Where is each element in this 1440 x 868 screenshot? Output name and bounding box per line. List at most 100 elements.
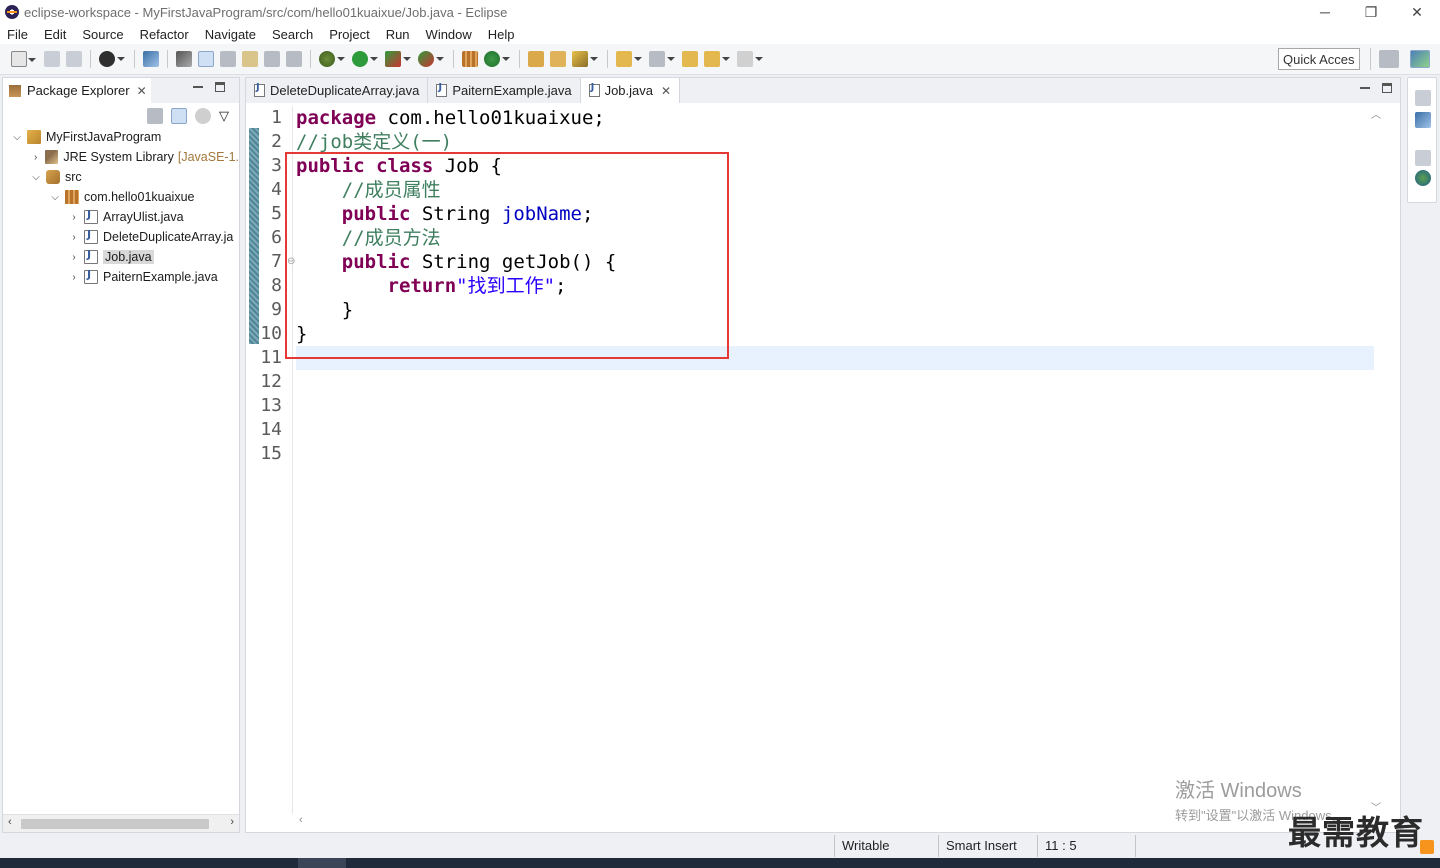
menu-run[interactable]: Run bbox=[378, 27, 418, 42]
menu-edit[interactable]: Edit bbox=[36, 27, 74, 42]
taskbar-item[interactable] bbox=[298, 858, 346, 868]
open-type-icon[interactable] bbox=[528, 51, 544, 67]
next-annotation-icon[interactable] bbox=[616, 51, 642, 67]
maximize-icon[interactable] bbox=[1382, 83, 1392, 93]
menu-refactor[interactable]: Refactor bbox=[132, 27, 197, 42]
minimize-icon[interactable] bbox=[1360, 83, 1370, 93]
open-task-icon[interactable] bbox=[550, 51, 566, 67]
restore-icon[interactable] bbox=[1415, 150, 1431, 166]
account-icon[interactable] bbox=[99, 51, 125, 67]
new-package-icon[interactable] bbox=[462, 51, 478, 67]
back-icon[interactable] bbox=[704, 51, 730, 67]
tree-item[interactable]: ⌵ com.hello01kuaixue bbox=[3, 187, 239, 207]
run-icon[interactable] bbox=[352, 51, 378, 67]
coverage-icon[interactable] bbox=[385, 51, 411, 67]
toolbar-separator bbox=[310, 50, 311, 68]
code-text: String getJob() { bbox=[410, 251, 617, 273]
show-whitespace-chars-icon[interactable] bbox=[286, 51, 302, 67]
task-list-icon[interactable] bbox=[1415, 170, 1431, 186]
new-class-icon[interactable] bbox=[484, 51, 510, 67]
restore-button[interactable]: ❐ bbox=[1348, 0, 1394, 24]
menu-help[interactable]: Help bbox=[480, 27, 523, 42]
tree-item[interactable]: › DeleteDuplicateArray.ja bbox=[3, 227, 239, 247]
toggle-block-icon[interactable] bbox=[220, 51, 236, 67]
scrollbar-thumb[interactable] bbox=[21, 819, 209, 829]
new-java-project-icon[interactable] bbox=[176, 51, 192, 67]
tree-item[interactable]: › JRE System Library [JavaSE-1. bbox=[3, 147, 239, 167]
toolbar-separator bbox=[519, 50, 520, 68]
close-icon[interactable]: ✕ bbox=[661, 84, 671, 98]
close-icon[interactable]: ✕ bbox=[137, 84, 147, 98]
minimize-icon[interactable] bbox=[193, 82, 203, 92]
external-tools-icon[interactable] bbox=[418, 51, 444, 67]
view-menu-icon[interactable]: ▽ bbox=[219, 108, 229, 124]
last-edit-icon[interactable] bbox=[682, 51, 698, 67]
save-all-icon[interactable] bbox=[66, 51, 82, 67]
debug-icon[interactable] bbox=[319, 51, 345, 67]
status-separator bbox=[834, 835, 835, 857]
collapse-all-icon[interactable] bbox=[147, 108, 163, 124]
quick-access-input[interactable] bbox=[1278, 48, 1360, 70]
skip-breakpoints-icon[interactable] bbox=[143, 51, 159, 67]
close-button[interactable]: ✕ bbox=[1394, 0, 1440, 24]
chevron-down-icon[interactable]: ⌵ bbox=[49, 191, 61, 203]
keyword: package bbox=[296, 107, 377, 129]
horizontal-scrollbar[interactable]: ‹ › bbox=[3, 814, 239, 832]
menu-search[interactable]: Search bbox=[264, 27, 321, 42]
prev-annotation-icon[interactable] bbox=[649, 51, 675, 67]
menu-window[interactable]: Window bbox=[418, 27, 480, 42]
line-number: 8 bbox=[271, 275, 282, 296]
tab-deleteduplicatearray[interactable]: DeleteDuplicateArray.java bbox=[246, 78, 429, 103]
tree-item[interactable]: › Job.java bbox=[3, 247, 239, 267]
tree-item-label-wrap: MyFirstJavaProgram bbox=[46, 130, 161, 144]
menu-bar: File Edit Source Refactor Navigate Searc… bbox=[0, 24, 1440, 44]
scroll-left-icon[interactable]: ‹ bbox=[8, 816, 12, 828]
chevron-right-icon[interactable]: › bbox=[68, 251, 80, 263]
focus-workingset-icon[interactable] bbox=[195, 108, 211, 124]
menu-project[interactable]: Project bbox=[321, 27, 377, 42]
status-separator bbox=[1135, 835, 1136, 857]
menu-navigate[interactable]: Navigate bbox=[197, 27, 264, 42]
status-separator bbox=[1037, 835, 1038, 857]
chevron-right-icon[interactable]: › bbox=[68, 231, 80, 243]
chevron-right-icon[interactable]: › bbox=[68, 271, 80, 283]
search-icon[interactable] bbox=[572, 51, 598, 67]
chevron-right-icon[interactable]: › bbox=[30, 151, 41, 163]
minimize-button[interactable]: ─ bbox=[1302, 0, 1348, 24]
tree-item[interactable]: › PaiternExample.java bbox=[3, 267, 239, 287]
mark-occurrences-icon[interactable] bbox=[198, 51, 214, 67]
toolbar-separator bbox=[167, 50, 168, 68]
save-icon[interactable] bbox=[44, 51, 60, 67]
scroll-up-icon[interactable]: ︿ bbox=[1371, 106, 1381, 121]
link-with-editor-icon[interactable] bbox=[171, 108, 187, 124]
show-whitespace-icon[interactable] bbox=[242, 51, 258, 67]
tree-item[interactable]: ⌵ src bbox=[3, 167, 239, 187]
code-text: ; bbox=[555, 275, 567, 297]
code-text: } bbox=[341, 299, 354, 321]
tab-package-explorer[interactable]: Package Explorer ✕ bbox=[3, 78, 151, 103]
tree-item-label: MyFirstJavaProgram bbox=[46, 130, 162, 144]
maximize-icon[interactable] bbox=[215, 82, 225, 92]
java-perspective-icon[interactable] bbox=[1410, 50, 1430, 68]
tree-item[interactable]: ⌵ MyFirstJavaProgram bbox=[3, 127, 239, 147]
scroll-left-icon[interactable]: ‹ bbox=[299, 814, 303, 826]
scroll-right-icon[interactable]: › bbox=[230, 816, 234, 828]
toggle-breadcrumb-icon[interactable] bbox=[264, 51, 280, 67]
restore-icon[interactable] bbox=[1415, 90, 1431, 106]
new-icon[interactable] bbox=[11, 51, 36, 67]
menu-source[interactable]: Source bbox=[74, 27, 131, 42]
chevron-down-icon[interactable]: ⌵ bbox=[11, 131, 23, 143]
code-area[interactable]: package com.hello01kuaixue; //job类定义(一) … bbox=[296, 106, 1374, 466]
chevron-down-icon[interactable]: ⌵ bbox=[30, 171, 42, 183]
chevron-right-icon[interactable]: › bbox=[68, 211, 80, 223]
menu-file[interactable]: File bbox=[0, 27, 36, 42]
outline-icon[interactable] bbox=[1415, 112, 1431, 128]
forward-icon[interactable] bbox=[737, 51, 763, 67]
tab-job[interactable]: Job.java ✕ bbox=[580, 78, 681, 103]
package-explorer-icon bbox=[9, 84, 21, 97]
vertical-scrollbar[interactable]: ︿ ﹀ bbox=[1369, 106, 1383, 814]
open-perspective-icon[interactable] bbox=[1379, 50, 1399, 68]
code-text: } bbox=[296, 323, 308, 345]
tab-paiternexample[interactable]: PaiternExample.java bbox=[428, 78, 581, 103]
tree-item[interactable]: › ArrayUlist.java bbox=[3, 207, 239, 227]
